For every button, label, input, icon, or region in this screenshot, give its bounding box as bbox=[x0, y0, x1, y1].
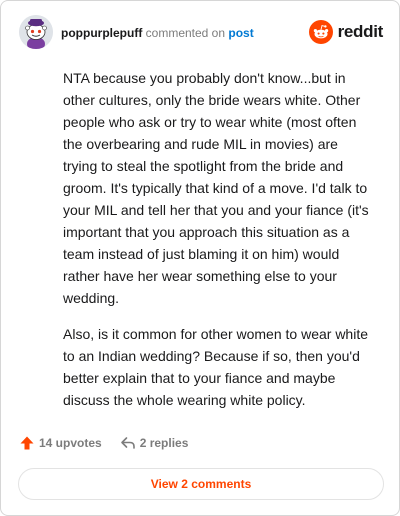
comment-paragraph: NTA because you probably don't know...bu… bbox=[63, 70, 369, 306]
comment-paragraph: Also, is it common for other women to we… bbox=[63, 326, 369, 408]
snoo-avatar-icon bbox=[19, 15, 53, 49]
comment-body: NTA because you probably don't know...bu… bbox=[63, 67, 375, 425]
action-text: commented on bbox=[145, 26, 226, 40]
upvote-arrow-icon bbox=[20, 436, 34, 450]
upvote-button[interactable]: 14 upvotes bbox=[19, 435, 102, 451]
comment-header: poppurplepuff commented on post reddit bbox=[19, 15, 383, 51]
view-comments-button[interactable]: View 2 comments bbox=[18, 468, 384, 500]
comment-actions: 14 upvotes 2 replies bbox=[19, 432, 188, 454]
reply-count: 2 replies bbox=[139, 436, 189, 450]
username-link[interactable]: poppurplepuff bbox=[61, 26, 142, 40]
post-link[interactable]: post bbox=[228, 26, 253, 40]
view-comments-label: View 2 comments bbox=[150, 477, 252, 491]
comment-card: poppurplepuff commented on post reddit N… bbox=[0, 0, 400, 516]
upvote-count: 14 upvotes bbox=[39, 436, 102, 450]
user-avatar[interactable] bbox=[19, 15, 53, 49]
replies-button[interactable]: 2 replies bbox=[120, 435, 189, 451]
comment-byline: poppurplepuff commented on post bbox=[61, 26, 254, 40]
reddit-wordmark: reddit bbox=[337, 22, 384, 41]
reddit-brand[interactable]: reddit bbox=[308, 19, 384, 45]
reddit-logo-icon bbox=[308, 20, 333, 44]
reply-arrow-icon bbox=[120, 437, 135, 449]
